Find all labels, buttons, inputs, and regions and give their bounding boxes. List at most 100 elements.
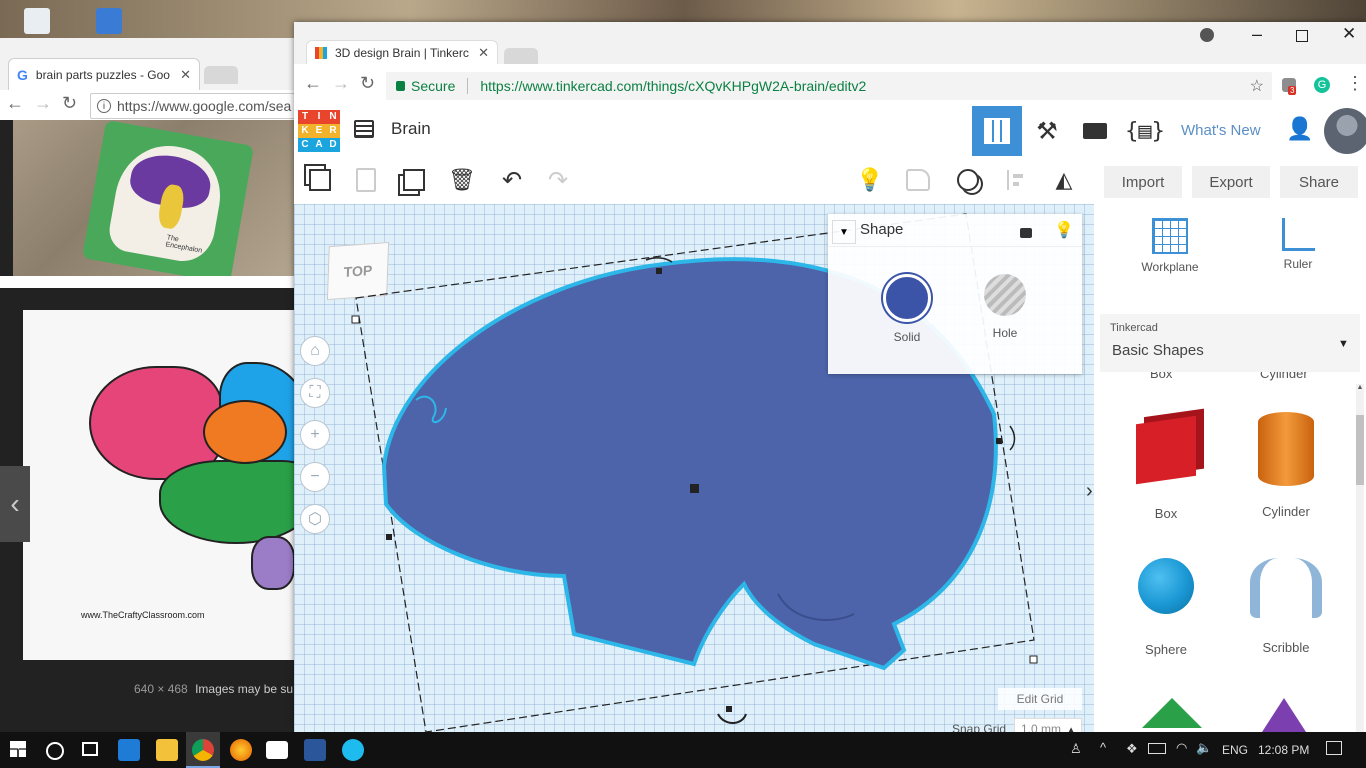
recycle-bin-icon[interactable] bbox=[24, 8, 50, 34]
address-bar[interactable]: Secure https://www.tinkercad.com/things/… bbox=[386, 72, 1272, 100]
pyramid-shape-icon[interactable] bbox=[1262, 698, 1306, 732]
scrollbar-up-icon[interactable]: ▲ bbox=[1356, 384, 1364, 391]
chrome-taskbar-item[interactable] bbox=[186, 732, 220, 768]
codeblocks-view-button[interactable]: {▤} bbox=[1122, 108, 1168, 154]
reload-icon[interactable]: ↻ bbox=[62, 93, 77, 114]
input-language[interactable]: ENG bbox=[1222, 743, 1248, 757]
word-icon[interactable] bbox=[304, 739, 326, 761]
brain-puzzle-image-2[interactable]: www.TheCraftyClassroom.com bbox=[23, 310, 296, 660]
show-hidden-icons[interactable]: ^ bbox=[1100, 740, 1106, 755]
panel-scrollbar[interactable]: ▲ bbox=[1356, 384, 1364, 732]
share-button[interactable]: Share bbox=[1280, 166, 1358, 198]
close-tab-icon[interactable]: ✕ bbox=[180, 67, 191, 83]
people-icon[interactable]: ♙ bbox=[1070, 741, 1082, 757]
back-arrow-icon[interactable]: ← bbox=[304, 73, 322, 94]
bricks-view-button[interactable] bbox=[1072, 108, 1118, 154]
battery-icon[interactable] bbox=[1148, 743, 1166, 754]
tinkercad-logo[interactable]: T I N K E R C A D bbox=[298, 110, 340, 152]
windows-start-icon[interactable] bbox=[10, 741, 26, 757]
redo-button[interactable]: ↷ bbox=[544, 166, 572, 194]
dropbox-icon[interactable]: ❖ bbox=[1126, 741, 1138, 757]
task-view-icon[interactable] bbox=[82, 742, 98, 756]
internet-explorer-icon[interactable] bbox=[342, 739, 364, 761]
unlock-icon[interactable] bbox=[1020, 228, 1032, 238]
group-icon bbox=[906, 169, 930, 191]
align-button[interactable] bbox=[1002, 166, 1030, 194]
edit-grid-button[interactable]: Edit Grid bbox=[998, 688, 1082, 710]
delete-button[interactable]: 🗑 bbox=[448, 166, 476, 194]
mirror-button[interactable]: ◭ bbox=[1050, 166, 1078, 194]
design-title[interactable]: Brain bbox=[391, 119, 431, 139]
duplicate-button[interactable] bbox=[400, 166, 428, 194]
minimize-icon[interactable]: – bbox=[1252, 24, 1262, 45]
chrome-menu-icon[interactable]: ⋮ bbox=[1346, 74, 1364, 92]
shape-label: Box bbox=[1150, 372, 1173, 381]
shape-sphere[interactable]: Sphere bbox=[1106, 558, 1226, 657]
undo-button[interactable]: ↶ bbox=[498, 166, 526, 194]
collapse-panel-button[interactable]: › bbox=[1086, 474, 1094, 508]
lightbulb-icon[interactable]: 💡 bbox=[1054, 220, 1074, 240]
close-tab-icon[interactable]: ✕ bbox=[478, 45, 489, 61]
shape-box[interactable]: Box bbox=[1106, 412, 1226, 521]
forward-arrow-icon[interactable]: → bbox=[332, 73, 350, 94]
snap-grid-select[interactable]: 1.0 mm ▲ bbox=[1014, 718, 1082, 732]
paste-button[interactable] bbox=[352, 166, 380, 194]
add-user-icon[interactable]: 👤 bbox=[1286, 116, 1313, 144]
volume-icon[interactable]: 🔈 bbox=[1196, 740, 1212, 756]
puzzle-head: The Encephalon bbox=[106, 137, 228, 267]
workplane-button[interactable]: Workplane bbox=[1110, 218, 1230, 274]
close-window-icon[interactable]: ✕ bbox=[1342, 24, 1356, 44]
new-tab-button[interactable] bbox=[204, 66, 238, 84]
file-explorer-icon[interactable] bbox=[156, 739, 178, 761]
firefox-icon[interactable] bbox=[230, 739, 252, 761]
inspector-collapse-button[interactable]: ▼ bbox=[832, 220, 856, 244]
back-arrow-icon[interactable]: ← bbox=[6, 93, 24, 114]
whats-new-link[interactable]: What's New bbox=[1181, 122, 1261, 139]
duplicate-icon bbox=[403, 169, 425, 191]
notes-button[interactable]: 💡 bbox=[856, 166, 884, 194]
tinkercad-header: T I N K E R C A D Brain ⚒ {▤} What's New… bbox=[294, 106, 1366, 157]
clock[interactable]: 12:08 PM bbox=[1258, 743, 1309, 757]
shape-scribble[interactable]: Scribble bbox=[1226, 558, 1346, 655]
3d-view-button[interactable] bbox=[972, 106, 1022, 156]
bookmark-star-icon[interactable]: ☆ bbox=[1250, 76, 1264, 96]
group-button[interactable] bbox=[904, 166, 932, 194]
forward-arrow-icon[interactable]: → bbox=[34, 93, 52, 114]
reload-icon[interactable]: ↻ bbox=[360, 73, 375, 94]
prev-image-button[interactable]: ‹ bbox=[0, 466, 30, 542]
hole-swatch bbox=[984, 274, 1026, 316]
page-url: https://www.tinkercad.com/things/cXQvKHP… bbox=[480, 78, 867, 94]
wifi-icon[interactable]: ◠ bbox=[1176, 740, 1187, 756]
profile-icon[interactable] bbox=[1200, 28, 1214, 42]
tab-tinkercad[interactable]: 3D design Brain | Tinkerc ✕ bbox=[306, 40, 498, 64]
extension-icon[interactable]: 3 bbox=[1282, 78, 1297, 95]
new-tab-button[interactable] bbox=[504, 48, 538, 64]
dropdown-caret-icon: ▼ bbox=[1338, 338, 1349, 350]
design-list-icon[interactable] bbox=[354, 120, 374, 138]
chrome-omnibox-bar: ← → ↻ Secure https://www.tinkercad.com/t… bbox=[294, 64, 1366, 107]
ungroup-button[interactable] bbox=[954, 166, 982, 194]
mail-icon[interactable] bbox=[266, 741, 288, 759]
action-center-icon[interactable] bbox=[1326, 741, 1342, 755]
maximize-icon[interactable] bbox=[1296, 30, 1308, 42]
tab-google-images[interactable]: G brain parts puzzles - Goo ✕ bbox=[8, 58, 200, 90]
hole-option[interactable]: Hole bbox=[940, 274, 1070, 340]
brain-puzzle-image-1[interactable]: The Encephalon bbox=[13, 120, 296, 276]
cortana-search-icon[interactable] bbox=[46, 742, 64, 760]
back-address-bar[interactable]: i https://www.google.com/sea bbox=[90, 93, 302, 119]
logo-letter: R bbox=[326, 124, 340, 138]
scrollbar-thumb[interactable] bbox=[1356, 415, 1364, 485]
grammarly-icon[interactable]: G bbox=[1314, 77, 1330, 93]
import-button[interactable]: Import bbox=[1104, 166, 1182, 198]
desktop-shortcut-icon[interactable] bbox=[96, 8, 122, 34]
ruler-button[interactable]: Ruler bbox=[1238, 218, 1358, 271]
logo-letter: A bbox=[312, 138, 326, 152]
roof-shape-icon[interactable] bbox=[1142, 698, 1202, 728]
library-selector[interactable]: Tinkercad Basic Shapes ▼ bbox=[1100, 314, 1360, 372]
avatar[interactable] bbox=[1324, 108, 1366, 154]
edge-browser-icon[interactable] bbox=[118, 739, 140, 761]
shape-cylinder[interactable]: Cylinder bbox=[1226, 412, 1346, 519]
blocks-view-button[interactable]: ⚒ bbox=[1024, 108, 1070, 154]
export-button[interactable]: Export bbox=[1192, 166, 1270, 198]
copy-button[interactable] bbox=[306, 166, 334, 194]
